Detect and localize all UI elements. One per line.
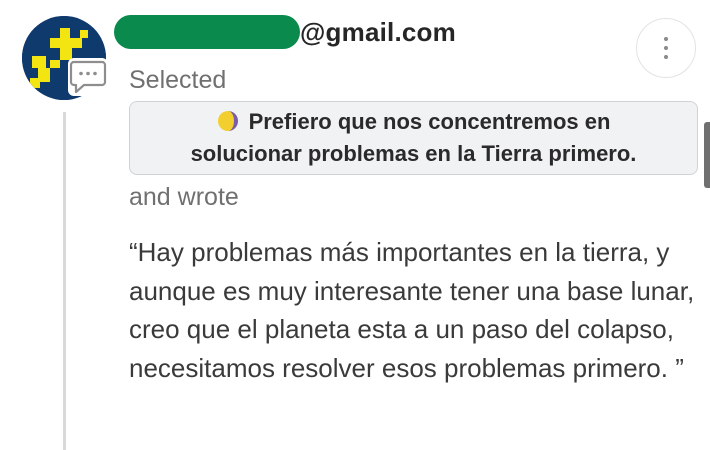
scroll-handle[interactable]: [704, 122, 710, 188]
selected-option-text: Prefiero que nos concentremos en solucio…: [190, 109, 637, 166]
author-email: @gmail.com: [114, 14, 456, 50]
wrote-label: and wrote: [129, 183, 239, 211]
more-vertical-icon: [664, 35, 668, 62]
comment-icon: [68, 58, 108, 96]
response-card: @gmail.com Selected Prefiero que nos con…: [0, 0, 710, 450]
moon-phase-icon: [217, 109, 239, 131]
thread-line: [63, 112, 66, 450]
selected-label: Selected: [129, 66, 227, 94]
email-domain: @gmail.com: [300, 16, 456, 47]
email-redaction: [114, 15, 300, 49]
more-options-button[interactable]: [636, 18, 696, 78]
selected-option: Prefiero que nos concentremos en solucio…: [129, 101, 698, 175]
response-text: “Hay problemas más importantes en la tie…: [129, 237, 695, 383]
